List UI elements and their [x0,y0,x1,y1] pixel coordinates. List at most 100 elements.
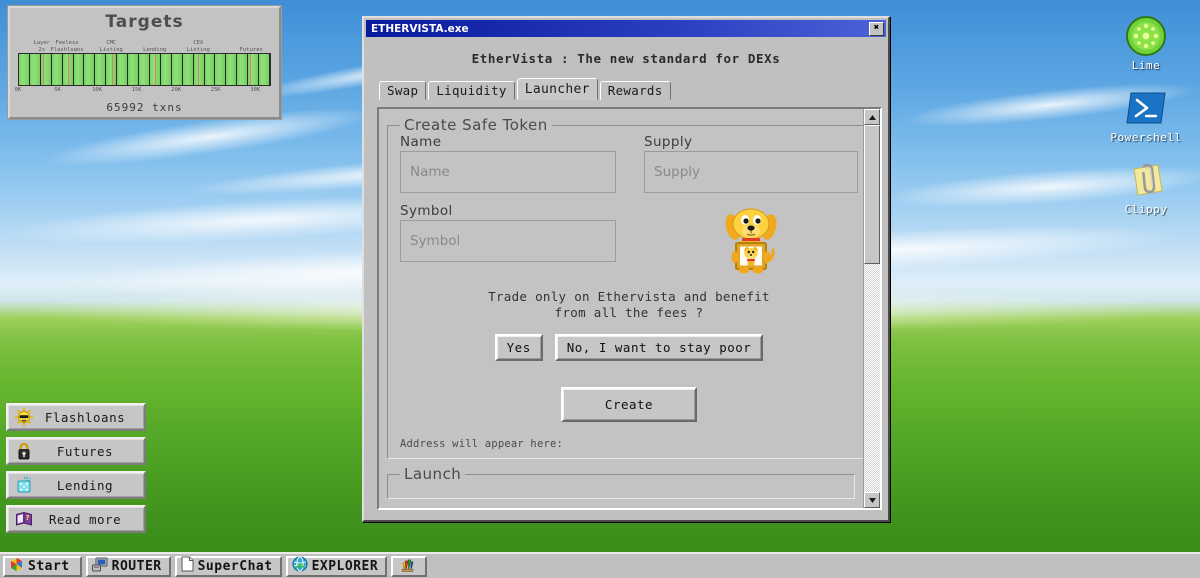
scroll-down-icon[interactable] [864,492,880,508]
sidebar-item-lending[interactable]: Lending [6,471,146,499]
dice-cube-icon [14,475,34,495]
progress-segment [139,54,150,85]
desktop-icon-powershell[interactable]: Powershell [1098,86,1194,144]
symbol-field-wrap: Symbol Symbol [400,203,616,283]
lock-icon [14,441,34,461]
targets-txn-count: 65992 txns [10,101,279,114]
create-safe-token-group: Create Safe Token Name Name Supply Suppl… [387,116,863,459]
scrollbar-track[interactable] [864,125,880,492]
axis-tick-label: 25K [211,87,221,93]
fee-prompt-buttons: Yes No, I want to stay poor [400,334,858,361]
no-stay-poor-button[interactable]: No, I want to stay poor [555,334,764,361]
computer-icon [92,557,108,576]
taskbar-item-label: SuperChat [198,559,273,574]
desktop-icon-label: Clippy [1098,203,1194,216]
progress-segment [19,54,30,85]
progress-segment [95,54,106,85]
start-label: Start [28,559,70,574]
progress-segment [74,54,85,85]
start-button[interactable]: Start [3,556,82,577]
milestone-marker [68,54,69,85]
targets-progress-chart [18,53,271,86]
paperclip-note-icon [1098,158,1194,202]
scroll-up-icon[interactable] [864,109,880,125]
group-legend: Create Safe Token [400,116,552,134]
taskbar: Start ROUTER SuperChat [0,552,1200,578]
sidebar-item-label: Futures [34,444,144,459]
axis-tick-label: 30K [250,87,260,93]
tab-liquidity[interactable]: Liquidity [428,81,514,100]
milestone-marker [112,54,113,85]
tab-rewards[interactable]: Rewards [600,81,671,100]
progress-segment [84,54,95,85]
window-titlebar[interactable]: ETHERVISTA.exe ✖ [366,20,886,37]
create-button-row: Create [400,387,858,422]
milestone-label: Layer 2s [33,40,50,53]
tab-label: Rewards [608,83,663,98]
yes-button[interactable]: Yes [495,334,543,361]
window-title: ETHERVISTA.exe [368,23,869,35]
tab-label: Liquidity [436,83,506,98]
desktop: Targets Layer 2sFeeless Flashloans CMC Li… [0,0,1200,578]
content-panel: Create Safe Token Name Name Supply Suppl… [377,107,882,510]
symbol-input[interactable]: Symbol [400,221,616,262]
launch-group: Launch [387,465,855,499]
form-row-1: Name Name Supply Supply [400,134,858,193]
vertical-scrollbar[interactable] [863,109,880,508]
lime-logo-icon [1098,14,1194,58]
sidebar: Flashloans Futures [6,403,146,539]
sidebar-item-futures[interactable]: Futures [6,437,146,465]
milestone-label: CEX Listing [187,40,210,53]
taskbar-item-superchat[interactable]: SuperChat [175,556,282,577]
svg-text:?: ? [26,514,30,522]
axis-tick-label: 0K [15,87,22,93]
sidebar-item-flashloans[interactable]: Flashloans [6,403,146,431]
desktop-icon-label: Powershell [1098,131,1194,144]
symbol-label: Symbol [400,203,616,221]
dog-assistant-icon [720,207,782,283]
milestone-marker [250,54,251,85]
progress-segment [128,54,139,85]
book-icon: ? [14,509,34,529]
paint-brushes-icon [399,556,415,576]
fee-prompt-line2: from all the fees ? [400,305,858,321]
sidebar-item-read-more[interactable]: ? Read more [6,505,146,533]
targets-widget: Targets Layer 2sFeeless Flashloans CMC Li… [8,6,281,119]
globe-icon [292,556,308,576]
tab-bar: Swap Liquidity Launcher Rewards [379,78,888,100]
scrollbar-thumb[interactable] [864,125,880,264]
milestone-marker [155,54,156,85]
content-scroll-area: Create Safe Token Name Name Supply Suppl… [379,109,863,508]
milestone-label: Feeless Flashloans [50,40,83,53]
name-label: Name [400,134,616,152]
progress-segment [205,54,216,85]
fee-prompt: Trade only on Ethervista and benefit fro… [400,289,858,321]
powershell-icon [1098,86,1194,130]
create-button[interactable]: Create [561,387,697,422]
supply-label: Supply [644,134,858,152]
sidebar-item-label: Read more [34,512,144,527]
desktop-icon-lime[interactable]: Lime [1098,14,1194,72]
milestone-marker [198,54,199,85]
taskbar-item-router[interactable]: ROUTER [86,556,171,577]
windows-flag-icon [9,557,24,576]
taskbar-item-paint[interactable] [391,556,427,577]
desktop-icon-clippy[interactable]: Clippy [1098,158,1194,216]
group-legend: Launch [400,465,465,483]
milestone-label: CMC Listing [100,40,123,53]
sun-sunglasses-icon [14,407,34,427]
progress-segment [194,54,205,85]
sidebar-item-label: Lending [34,478,144,493]
progress-segment [172,54,183,85]
name-input[interactable]: Name [400,152,616,193]
progress-segment [52,54,63,85]
supply-input[interactable]: Supply [644,152,858,193]
targets-title: Targets [10,12,279,32]
tab-launcher[interactable]: Launcher [517,78,598,100]
tab-label: Swap [387,83,418,98]
close-icon[interactable]: ✖ [869,22,884,36]
progress-segment [117,54,128,85]
tab-swap[interactable]: Swap [379,81,426,100]
taskbar-item-explorer[interactable]: EXPLORER [286,556,388,577]
mascot-wrap [644,203,858,283]
